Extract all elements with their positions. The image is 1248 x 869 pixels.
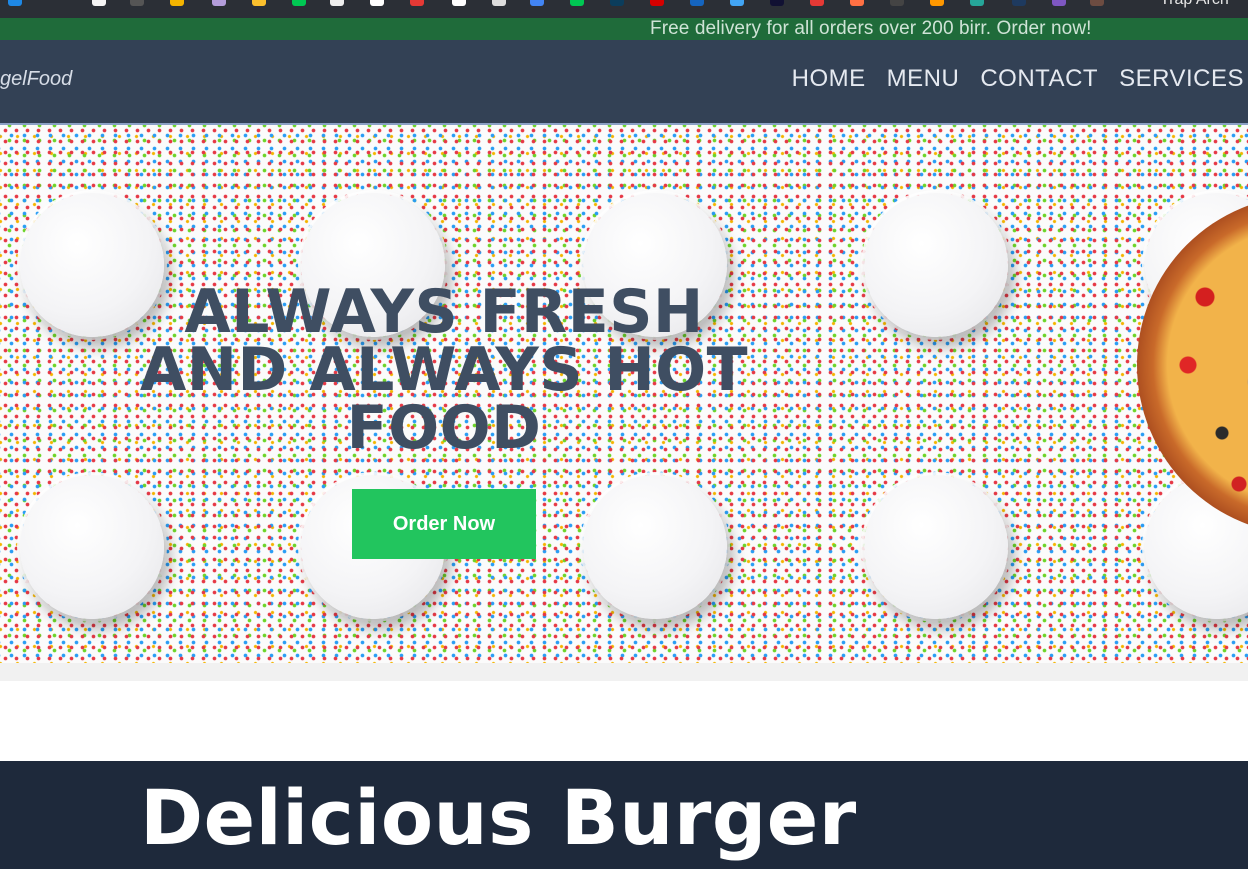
bookmark-label[interactable]: Trap Arch bbox=[1160, 0, 1229, 9]
bookmarks-bar: Trap Arch bbox=[0, 0, 1248, 18]
bookmark-icon-7[interactable] bbox=[292, 0, 306, 6]
burger-title: Delicious Burger bbox=[140, 773, 857, 862]
bookmark-icon-1[interactable] bbox=[8, 0, 22, 6]
plate-image bbox=[583, 475, 727, 619]
bookmark-icon-10[interactable] bbox=[410, 0, 424, 6]
bookmark-icon-4[interactable] bbox=[170, 0, 184, 6]
nav-link-services[interactable]: SERVICES bbox=[1119, 65, 1244, 93]
bookmark-icon-12[interactable] bbox=[492, 0, 506, 6]
bookmark-icon-24[interactable] bbox=[970, 0, 984, 6]
bookmark-icon-25[interactable] bbox=[1012, 0, 1026, 6]
nav-link-menu[interactable]: MENU bbox=[887, 65, 960, 93]
bookmark-icon-26[interactable] bbox=[1052, 0, 1066, 6]
bookmark-icon-17[interactable] bbox=[690, 0, 704, 6]
promo-banner: Free delivery for all orders over 200 bi… bbox=[0, 18, 1248, 40]
bookmark-icon-2[interactable] bbox=[92, 0, 106, 6]
promo-text: Free delivery for all orders over 200 bi… bbox=[650, 18, 1092, 39]
hero-section: ALWAYS FRESH AND ALWAYS HOT FOOD Order N… bbox=[0, 125, 1248, 663]
section-divider bbox=[0, 663, 1248, 681]
order-now-button[interactable]: Order Now bbox=[352, 489, 536, 559]
main-nav: gelFood HOME MENU CONTACT SERVICES bbox=[0, 40, 1248, 125]
bookmark-icon-23[interactable] bbox=[930, 0, 944, 6]
bookmark-icon-19[interactable] bbox=[770, 0, 784, 6]
plate-image bbox=[864, 475, 1008, 619]
nav-links: HOME MENU CONTACT SERVICES bbox=[792, 65, 1244, 93]
nav-link-contact[interactable]: CONTACT bbox=[980, 65, 1098, 93]
plate-image bbox=[864, 193, 1008, 337]
hero-headline: ALWAYS FRESH AND ALWAYS HOT FOOD bbox=[139, 277, 749, 463]
bookmark-icon-3[interactable] bbox=[130, 0, 144, 6]
bookmark-icon-8[interactable] bbox=[330, 0, 344, 6]
bookmark-icon-20[interactable] bbox=[810, 0, 824, 6]
bookmark-icon-18[interactable] bbox=[730, 0, 744, 6]
brand-logo[interactable]: gelFood bbox=[0, 68, 72, 91]
burger-section: Delicious Burger bbox=[0, 761, 1248, 869]
bookmark-icon-6[interactable] bbox=[252, 0, 266, 6]
bookmark-icon-14[interactable] bbox=[570, 0, 584, 6]
bookmark-icon-11[interactable] bbox=[452, 0, 466, 6]
bookmark-icon-27[interactable] bbox=[1090, 0, 1104, 6]
bookmark-icon-9[interactable] bbox=[370, 0, 384, 6]
plate-image bbox=[20, 475, 164, 619]
bookmark-icon-21[interactable] bbox=[850, 0, 864, 6]
nav-link-home[interactable]: HOME bbox=[792, 65, 866, 93]
bookmark-icon-16[interactable] bbox=[650, 0, 664, 6]
bookmark-icon-13[interactable] bbox=[530, 0, 544, 6]
bookmark-icon-15[interactable] bbox=[610, 0, 624, 6]
bookmark-icon-22[interactable] bbox=[890, 0, 904, 6]
bookmark-icon-5[interactable] bbox=[212, 0, 226, 6]
